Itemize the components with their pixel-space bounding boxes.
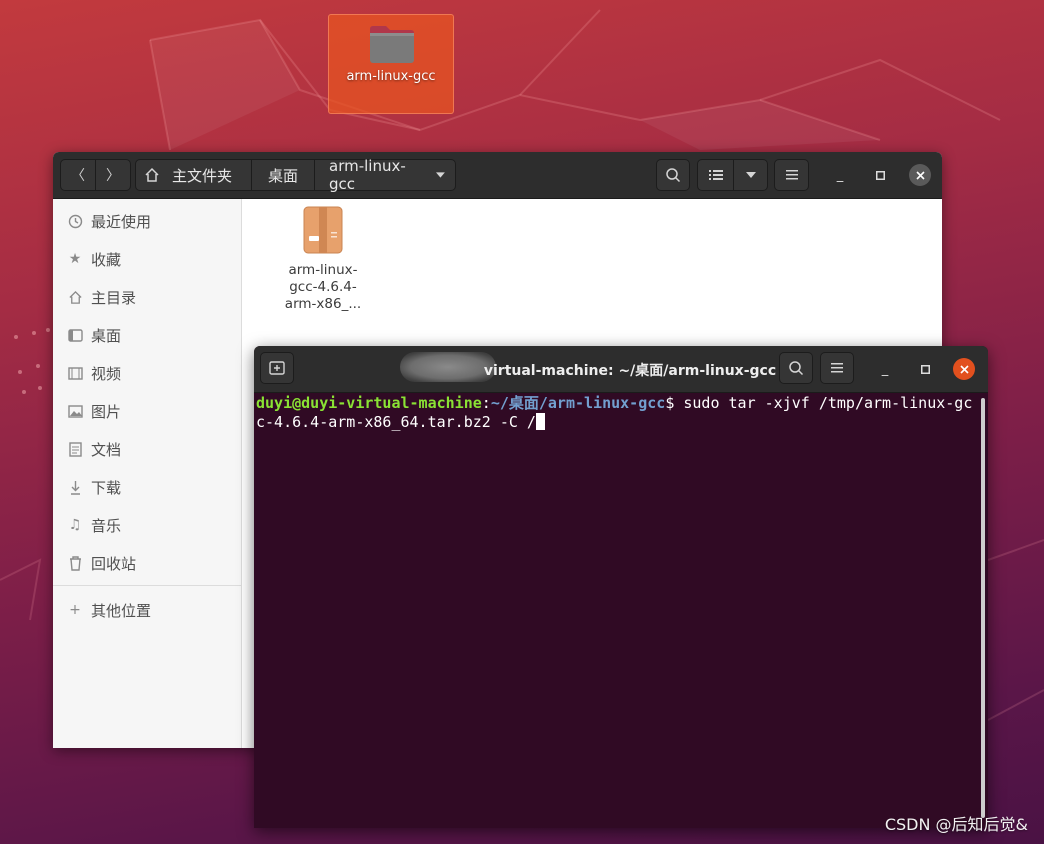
maximize-button[interactable] [869, 164, 891, 186]
prompt-separator: : [481, 394, 491, 412]
terminal-menu-button[interactable] [820, 352, 854, 384]
home-icon [66, 290, 84, 305]
music-icon: ♫ [68, 517, 82, 533]
dropdown-arrow-icon [745, 172, 756, 178]
sidebar-item-label: 回收站 [91, 554, 137, 573]
sidebar-item-videos[interactable]: 视频 [53, 356, 241, 390]
folder-icon [370, 26, 414, 63]
sidebar-item-desktop[interactable]: 桌面 [53, 318, 241, 352]
sidebar-item-label: 收藏 [91, 250, 122, 269]
file-manager-headerbar: 〈 〉 主文件夹 桌面 arm-linux-gcc _ [53, 152, 942, 199]
list-view-button[interactable] [697, 159, 734, 191]
sidebar-item-label: 音乐 [91, 516, 122, 535]
sidebar-item-label: 其他位置 [91, 601, 152, 620]
path-crumb-home[interactable]: 主文件夹 [135, 159, 252, 191]
text-cursor [535, 413, 545, 430]
video-icon [66, 366, 84, 380]
terminal-close-button[interactable] [953, 358, 975, 380]
prompt-user: duyi@duyi-virtual-machine [256, 394, 482, 412]
list-view-icon [708, 170, 723, 180]
command-text-continued: c-4.6.4-arm-x86_64.tar.bz2 -C / [256, 413, 536, 431]
minimize-button[interactable]: _ [829, 164, 851, 186]
sidebar-item-label: 桌面 [91, 326, 122, 345]
chevron-left-icon: 〈 [71, 168, 85, 184]
plus-icon: + [69, 602, 81, 618]
search-icon [666, 168, 681, 183]
maximize-icon [920, 364, 930, 374]
sidebar-item-starred[interactable]: ★ 收藏 [53, 242, 241, 276]
document-icon [66, 441, 84, 457]
terminal-scrollbar[interactable] [981, 398, 985, 818]
sidebar-item-label: 文档 [91, 440, 122, 459]
terminal-search-button[interactable] [779, 352, 813, 384]
path-bar: 主文件夹 桌面 arm-linux-gcc [135, 157, 456, 193]
minimize-icon: _ [836, 167, 844, 183]
sidebar-item-trash[interactable]: 回收站 [53, 546, 241, 580]
terminal-minimize-button[interactable]: _ [874, 358, 896, 380]
sidebar-item-documents[interactable]: 文档 [53, 432, 241, 466]
sidebar-item-downloads[interactable]: 下载 [53, 470, 241, 504]
archive-icon [303, 206, 343, 254]
forward-button[interactable]: 〉 [95, 159, 131, 191]
sidebar-item-pictures[interactable]: 图片 [53, 394, 241, 428]
file-name: arm-linux- gcc-4.6.4- arm-x86_... [284, 262, 362, 312]
path-crumb-label: 主文件夹 [172, 166, 233, 185]
terminal-line-1: duyi@duyi-virtual-machine:~/桌面/arm-linux… [256, 394, 988, 413]
search-button[interactable] [656, 159, 690, 191]
command-text: sudo tar -xjvf /tmp/arm-linux-gc [683, 394, 973, 412]
dropdown-arrow-icon [436, 172, 445, 178]
close-button[interactable] [909, 164, 931, 186]
terminal-line-2: c-4.6.4-arm-x86_64.tar.bz2 -C / [256, 413, 988, 432]
star-icon: ★ [68, 251, 82, 267]
search-icon [789, 361, 804, 376]
close-icon [915, 170, 925, 180]
menu-button[interactable] [774, 159, 809, 191]
sidebar-separator [53, 585, 241, 586]
chevron-right-icon: 〉 [106, 168, 120, 184]
home-icon [145, 167, 159, 182]
minimize-icon: _ [881, 361, 889, 377]
sidebar-item-music[interactable]: ♫ 音乐 [53, 508, 241, 542]
path-crumb-label: 桌面 [267, 166, 298, 185]
desktop-icon [66, 328, 84, 342]
hamburger-icon [785, 170, 798, 180]
sidebar-item-label: 主目录 [91, 288, 137, 307]
trash-icon [66, 555, 84, 571]
sidebar-item-other-locations[interactable]: + 其他位置 [53, 593, 241, 627]
view-options-dropdown[interactable] [733, 159, 768, 191]
terminal-maximize-button[interactable] [914, 358, 936, 380]
prompt-path: ~/桌面/arm-linux-gcc [490, 394, 666, 412]
desktop-icon-label: arm-linux-gcc [346, 69, 436, 84]
close-icon [959, 364, 969, 374]
watermark: CSDN @后知后觉& [884, 815, 1028, 834]
sidebar-item-home[interactable]: 主目录 [53, 280, 241, 314]
hamburger-icon [831, 363, 843, 373]
back-button[interactable]: 〈 [60, 159, 96, 191]
clock-icon [66, 214, 84, 229]
terminal-headerbar: virtual-machine: ~/桌面/arm-linux-gcc _ [254, 346, 988, 393]
desktop-folder-arm-linux-gcc[interactable]: arm-linux-gcc [328, 14, 454, 114]
path-crumb-current[interactable]: arm-linux-gcc [314, 157, 456, 193]
maximize-icon [875, 170, 885, 180]
download-icon [66, 480, 84, 495]
sidebar-item-label: 最近使用 [91, 212, 152, 231]
places-sidebar: 最近使用 ★ 收藏 主目录 桌面 视频 图片 文档 下载 ♫ 音乐 回收站 + … [53, 199, 242, 748]
prompt-symbol: $ [665, 394, 684, 412]
file-item-archive[interactable]: arm-linux- gcc-4.6.4- arm-x86_... [279, 206, 367, 313]
terminal-content[interactable]: duyi@duyi-virtual-machine:~/桌面/arm-linux… [254, 393, 988, 828]
path-crumb-label: arm-linux-gcc [329, 157, 406, 193]
picture-icon [66, 404, 84, 418]
terminal-window: virtual-machine: ~/桌面/arm-linux-gcc _ du… [254, 346, 988, 828]
path-crumb-desktop[interactable]: 桌面 [251, 159, 315, 191]
sidebar-item-label: 下载 [91, 478, 122, 497]
sidebar-item-recent[interactable]: 最近使用 [53, 204, 241, 238]
sidebar-item-label: 图片 [91, 402, 122, 421]
sidebar-item-label: 视频 [91, 364, 122, 383]
